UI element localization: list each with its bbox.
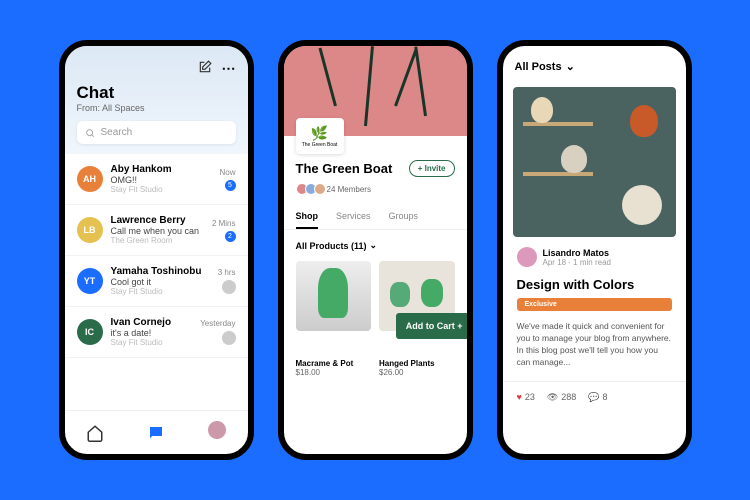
phone-shop: 🌿 The Green Boat The Green Boat + Invite… <box>278 40 473 460</box>
compose-icon[interactable] <box>198 60 212 77</box>
filter-label: All Products (11) <box>296 241 367 251</box>
comment-icon: 💬 <box>588 392 599 403</box>
chat-title: Chat <box>77 83 236 103</box>
search-icon <box>85 128 95 138</box>
author-avatar <box>517 247 537 267</box>
post-body: We've made it quick and convenient for y… <box>503 317 686 373</box>
home-icon[interactable] <box>86 424 104 442</box>
logo-text: The Green Boat <box>302 142 338 148</box>
invite-button[interactable]: + Invite <box>409 160 455 177</box>
chevron-down-icon: ⌄ <box>566 60 575 73</box>
blog-filter[interactable]: All Posts ⌄ <box>503 46 686 87</box>
shop-title: The Green Boat <box>296 161 393 176</box>
shop-tabs: Shop Services Groups <box>284 211 467 230</box>
phone-chat: ⋯ Chat From: All Spaces Search AH Aby Ha… <box>59 40 254 460</box>
eye-icon: 👁 <box>547 392 558 403</box>
unread-badge: 5 <box>225 180 236 191</box>
more-icon[interactable]: ⋯ <box>222 60 236 77</box>
chat-name: Yamaha Toshinobu <box>111 266 210 277</box>
post-footer: ♥23 👁288 💬8 <box>503 381 686 413</box>
shop-logo: 🌿 The Green Boat <box>296 118 344 154</box>
product-name: Macrame & Pot <box>296 359 372 368</box>
like-button[interactable]: ♥23 <box>517 392 535 402</box>
tab-groups[interactable]: Groups <box>389 211 419 229</box>
tab-services[interactable]: Services <box>336 211 371 229</box>
heart-icon: ♥ <box>517 392 522 402</box>
chat-msg: it's a date! <box>111 328 193 338</box>
product-price: $18.00 <box>296 368 372 377</box>
comment-count: 8 <box>603 392 608 402</box>
bottom-nav <box>65 410 248 454</box>
comment-button[interactable]: 💬8 <box>588 392 607 403</box>
views-stat: 👁288 <box>547 392 576 403</box>
chat-time: 2 Mins <box>212 219 236 228</box>
chat-header: ⋯ Chat From: All Spaces Search <box>65 46 248 154</box>
chat-row[interactable]: AH Aby Hankom OMG!! Stay Fit Studio Now … <box>65 154 248 205</box>
mini-avatar <box>222 280 236 294</box>
view-count: 288 <box>561 392 576 402</box>
post-image <box>513 87 676 237</box>
post-title: Design with Colors <box>503 277 686 292</box>
chat-studio: Stay Fit Studio <box>111 287 210 296</box>
chat-name: Lawrence Berry <box>111 215 204 226</box>
members-count: 24 Members <box>327 185 371 194</box>
avatar: LB <box>77 217 103 243</box>
chat-studio: The Green Room <box>111 236 204 245</box>
chat-row[interactable]: LB Lawrence Berry Call me when you can T… <box>65 205 248 256</box>
product-grid: Macrame & Pot $18.00 Hanged Plants $26.0… <box>284 261 467 377</box>
product-image <box>296 261 372 331</box>
like-count: 23 <box>525 392 535 402</box>
post-date: Apr 18 · 1 min read <box>543 258 611 267</box>
mini-avatar <box>222 331 236 345</box>
chevron-down-icon: ⌄ <box>370 240 378 251</box>
chat-studio: Stay Fit Studio <box>111 185 212 194</box>
chat-row[interactable]: IC Ivan Cornejo it's a date! Stay Fit St… <box>65 307 248 358</box>
avatar: YT <box>77 268 103 294</box>
profile-avatar[interactable] <box>208 421 226 444</box>
chat-time: Now <box>219 168 235 177</box>
search-placeholder: Search <box>101 127 133 138</box>
add-to-cart-button[interactable]: Add to Cart + <box>396 313 473 339</box>
author-name: Lisandro Matos <box>543 248 611 258</box>
product-filter[interactable]: All Products (11) ⌄ <box>284 230 467 261</box>
unread-badge: 2 <box>225 231 236 242</box>
author-row[interactable]: Lisandro Matos Apr 18 · 1 min read <box>503 237 686 277</box>
exclusive-badge: Exclusive <box>517 298 672 311</box>
chat-time: 3 hrs <box>218 268 236 277</box>
members-row[interactable]: 24 Members <box>296 183 455 195</box>
chat-name: Aby Hankom <box>111 164 212 175</box>
chat-list: AH Aby Hankom OMG!! Stay Fit Studio Now … <box>65 154 248 410</box>
search-input[interactable]: Search <box>77 121 236 144</box>
chat-msg: OMG!! <box>111 175 212 185</box>
product-card[interactable]: Macrame & Pot $18.00 <box>296 261 372 377</box>
chat-subtitle: From: All Spaces <box>77 103 236 113</box>
tab-shop[interactable]: Shop <box>296 211 319 229</box>
filter-label: All Posts <box>515 61 562 73</box>
avatar: AH <box>77 166 103 192</box>
avatar: IC <box>77 319 103 345</box>
chat-time: Yesterday <box>200 319 235 328</box>
phone-blog: All Posts ⌄ Lisandro Matos Apr 18 · 1 mi… <box>497 40 692 460</box>
chat-icon[interactable] <box>147 424 165 442</box>
shop-hero: 🌿 The Green Boat <box>284 46 467 136</box>
chat-name: Ivan Cornejo <box>111 317 193 328</box>
chat-msg: Cool got it <box>111 277 210 287</box>
chat-studio: Stay Fit Studio <box>111 338 193 347</box>
product-name: Hanged Plants <box>379 359 455 368</box>
chat-row[interactable]: YT Yamaha Toshinobu Cool got it Stay Fit… <box>65 256 248 307</box>
chat-msg: Call me when you can <box>111 226 204 236</box>
product-price: $26.00 <box>379 368 455 377</box>
